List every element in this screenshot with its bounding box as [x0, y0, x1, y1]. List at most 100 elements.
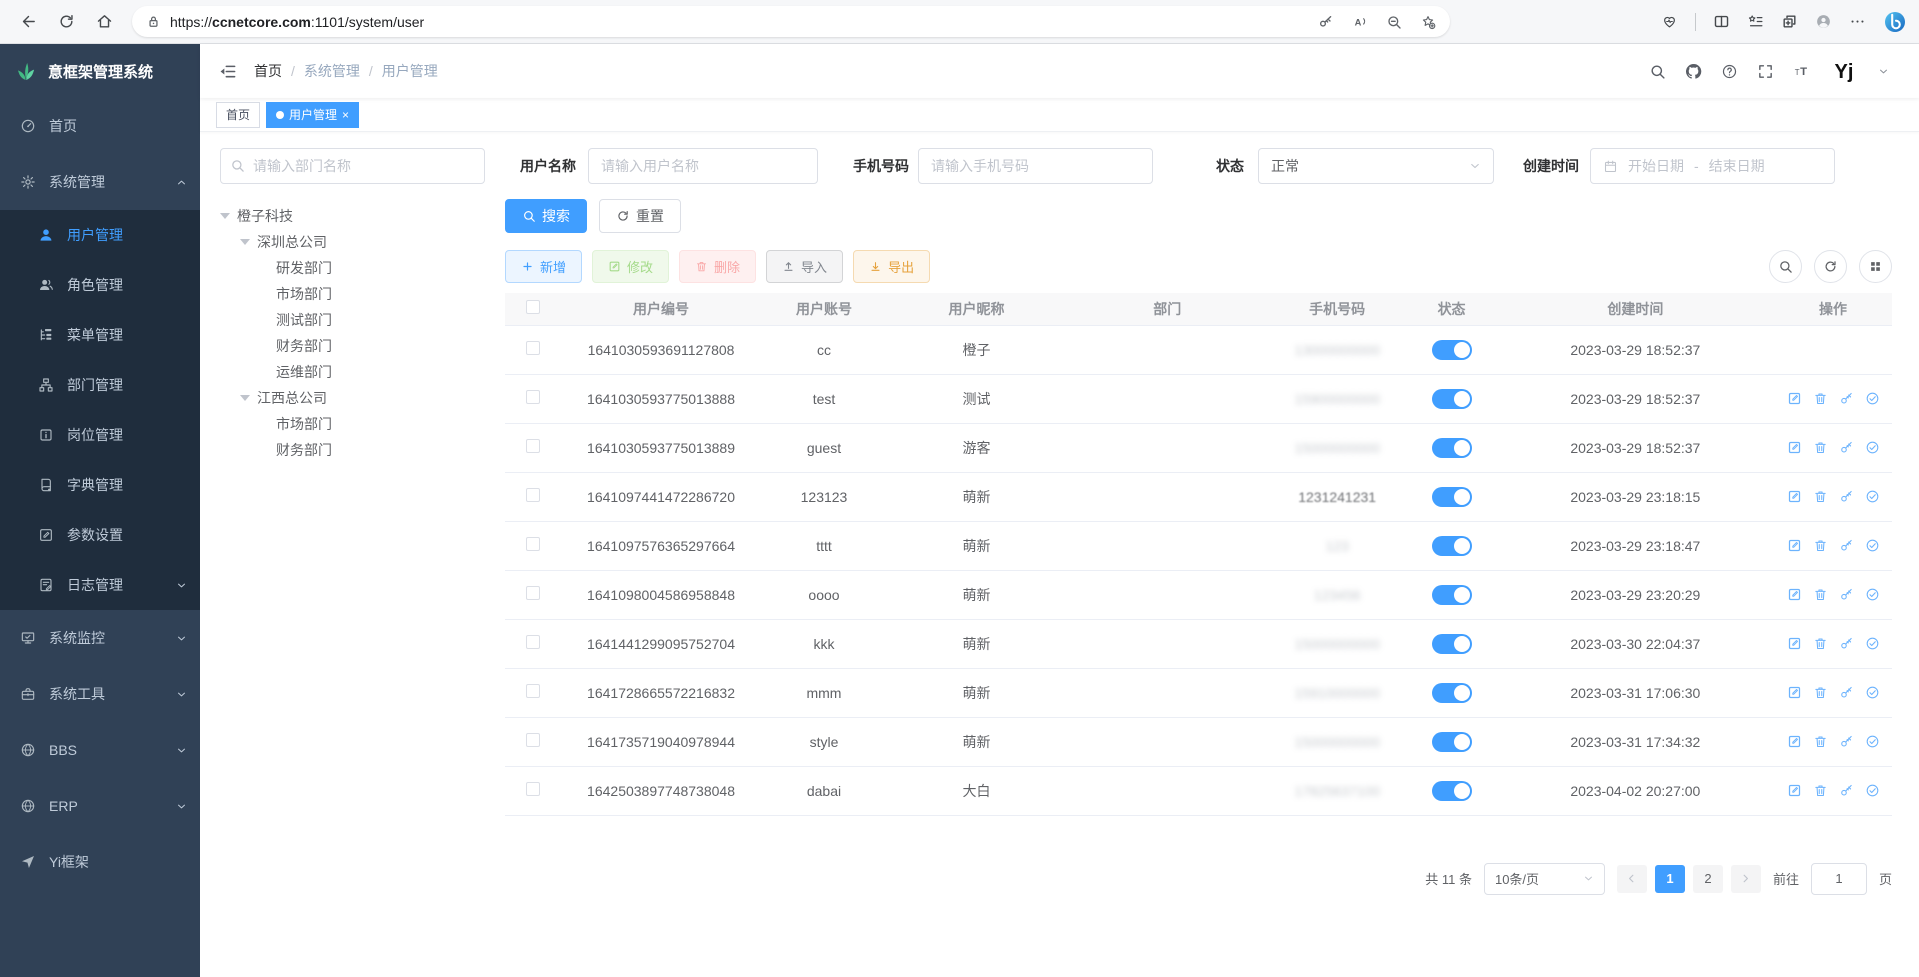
row-checkbox[interactable] — [526, 439, 540, 453]
import-button[interactable]: 导入 — [766, 250, 843, 283]
assign-icon[interactable] — [1865, 685, 1880, 700]
status-toggle[interactable] — [1432, 634, 1472, 654]
delete-icon[interactable] — [1813, 685, 1828, 700]
assign-icon[interactable] — [1865, 587, 1880, 602]
back-icon[interactable] — [12, 6, 44, 38]
more-icon[interactable] — [1849, 13, 1866, 30]
sidebar-item-用户管理[interactable]: 用户管理 — [0, 210, 200, 260]
reset-password-icon[interactable] — [1839, 489, 1854, 504]
edit-icon[interactable] — [1787, 783, 1802, 798]
next-page-button[interactable] — [1731, 865, 1761, 893]
row-checkbox[interactable] — [526, 390, 540, 404]
delete-icon[interactable] — [1813, 391, 1828, 406]
status-toggle[interactable] — [1432, 781, 1472, 801]
sidebar-item-部门管理[interactable]: 部门管理 — [0, 360, 200, 410]
table-search-button[interactable] — [1769, 250, 1802, 283]
tree-node-财务部门[interactable]: 财务部门 — [220, 333, 485, 359]
reset-password-icon[interactable] — [1839, 440, 1854, 455]
tree-node-运维部门[interactable]: 运维部门 — [220, 359, 485, 385]
close-icon[interactable]: × — [342, 108, 349, 122]
font-size-icon[interactable]: TT — [1793, 63, 1810, 80]
edit-button[interactable]: 修改 — [592, 250, 669, 283]
edit-icon[interactable] — [1787, 587, 1802, 602]
prev-page-button[interactable] — [1617, 865, 1647, 893]
sidebar-item-系统工具[interactable]: 系统工具 — [0, 666, 200, 722]
split-screen-icon[interactable] — [1713, 13, 1730, 30]
row-checkbox[interactable] — [526, 635, 540, 649]
tree-node-深圳总公司[interactable]: 深圳总公司 — [220, 229, 485, 255]
search-button[interactable]: 搜索 — [505, 199, 587, 233]
delete-icon[interactable] — [1813, 636, 1828, 651]
reset-password-icon[interactable] — [1839, 587, 1854, 602]
edit-icon[interactable] — [1787, 636, 1802, 651]
tree-node-研发部门[interactable]: 研发部门 — [220, 255, 485, 281]
reset-password-icon[interactable] — [1839, 636, 1854, 651]
reset-button[interactable]: 重置 — [599, 199, 681, 233]
page-size-select[interactable]: 10条/页 — [1484, 863, 1605, 895]
status-toggle[interactable] — [1432, 389, 1472, 409]
delete-button[interactable]: 删除 — [679, 250, 756, 283]
goto-page-input[interactable] — [1811, 863, 1867, 895]
delete-icon[interactable] — [1813, 440, 1828, 455]
assign-icon[interactable] — [1865, 538, 1880, 553]
reset-password-icon[interactable] — [1839, 783, 1854, 798]
breadcrumb-item[interactable]: 首页 — [254, 61, 282, 81]
browser-essentials-icon[interactable] — [1661, 13, 1678, 30]
edit-icon[interactable] — [1787, 391, 1802, 406]
tree-node-江西总公司[interactable]: 江西总公司 — [220, 385, 485, 411]
reset-password-icon[interactable] — [1839, 538, 1854, 553]
assign-icon[interactable] — [1865, 391, 1880, 406]
tree-expand-caret[interactable] — [240, 395, 250, 401]
copilot-icon[interactable] — [1883, 10, 1907, 34]
page-button-1[interactable]: 1 — [1655, 865, 1685, 893]
tab-首页[interactable]: 首页 — [216, 102, 260, 128]
select-all-checkbox[interactable] — [526, 300, 540, 314]
sidebar-item-日志管理[interactable]: 日志管理 — [0, 560, 200, 610]
lock-icon[interactable] — [146, 14, 161, 29]
search-icon[interactable] — [1649, 63, 1666, 80]
page-button-2[interactable]: 2 — [1693, 865, 1723, 893]
sidebar-item-岗位管理[interactable]: 岗位管理 — [0, 410, 200, 460]
address-bar[interactable]: https://ccnetcore.com:1101/system/user A — [132, 6, 1450, 37]
reset-password-icon[interactable] — [1839, 391, 1854, 406]
sidebar-toggle-icon[interactable] — [218, 62, 237, 81]
sidebar-item-参数设置[interactable]: 参数设置 — [0, 510, 200, 560]
sidebar-item-系统管理[interactable]: 系统管理 — [0, 154, 200, 210]
delete-icon[interactable] — [1813, 489, 1828, 504]
sidebar-item-系统监控[interactable]: 系统监控 — [0, 610, 200, 666]
assign-icon[interactable] — [1865, 489, 1880, 504]
read-aloud-icon[interactable]: A — [1352, 14, 1368, 30]
table-columns-button[interactable] — [1859, 250, 1892, 283]
sidebar-item-首页[interactable]: 首页 — [0, 98, 200, 154]
zoom-out-icon[interactable] — [1386, 14, 1402, 30]
chevron-down-icon[interactable] — [1878, 66, 1889, 77]
fullscreen-icon[interactable] — [1757, 63, 1774, 80]
avatar[interactable]: Yj — [1829, 56, 1859, 86]
row-checkbox[interactable] — [526, 586, 540, 600]
assign-icon[interactable] — [1865, 734, 1880, 749]
status-select[interactable]: 正常 — [1258, 148, 1494, 184]
sidebar-item-菜单管理[interactable]: 菜单管理 — [0, 310, 200, 360]
tree-node-橙子科技[interactable]: 橙子科技 — [220, 203, 485, 229]
row-checkbox[interactable] — [526, 537, 540, 551]
sidebar-item-Yi框架[interactable]: Yi框架 — [0, 834, 200, 890]
status-toggle[interactable] — [1432, 732, 1472, 752]
edit-icon[interactable] — [1787, 538, 1802, 553]
delete-icon[interactable] — [1813, 734, 1828, 749]
add-favorite-icon[interactable] — [1420, 14, 1436, 30]
tree-node-财务部门[interactable]: 财务部门 — [220, 437, 485, 463]
tab-用户管理[interactable]: 用户管理× — [266, 102, 359, 128]
refresh-icon[interactable] — [50, 6, 82, 38]
github-icon[interactable] — [1685, 63, 1702, 80]
profile-icon[interactable] — [1815, 13, 1832, 30]
key-icon[interactable] — [1318, 14, 1334, 30]
home-icon[interactable] — [88, 6, 120, 38]
edit-icon[interactable] — [1787, 734, 1802, 749]
sidebar-item-ERP[interactable]: ERP — [0, 778, 200, 834]
phone-input[interactable] — [918, 148, 1153, 184]
status-toggle[interactable] — [1432, 536, 1472, 556]
reset-password-icon[interactable] — [1839, 685, 1854, 700]
status-toggle[interactable] — [1432, 487, 1472, 507]
assign-icon[interactable] — [1865, 636, 1880, 651]
delete-icon[interactable] — [1813, 538, 1828, 553]
